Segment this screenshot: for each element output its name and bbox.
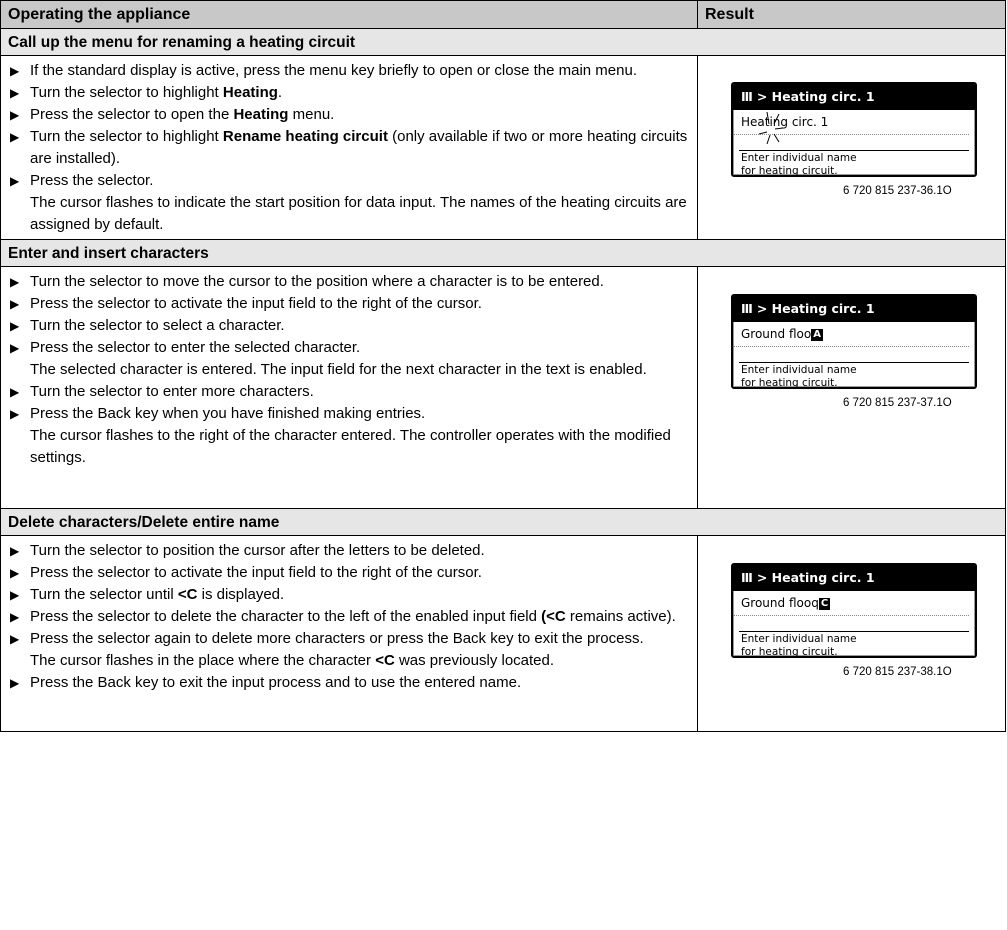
- display-screen: Ⅲ > Heating circ. 1 Ground flooq C Enter i…: [731, 563, 977, 658]
- figure-code: 6 720 815 237-36.1O: [843, 185, 952, 197]
- step-result: The cursor flashes in the place where th…: [30, 652, 555, 669]
- triangle-right-icon: ▶: [10, 385, 20, 399]
- step-item: ▶ If the standard display is active, pres…: [8, 60, 689, 82]
- section-body-delete-characters: ▶ Turn the selector to position the curso…: [0, 535, 1006, 732]
- section-title: Call up the menu for renaming a heating …: [0, 28, 1006, 56]
- input-cursor: A: [811, 329, 823, 341]
- triangle-right-icon: ▶: [10, 108, 20, 122]
- steps-cell: ▶ If the standard display is active, pres…: [0, 55, 698, 240]
- screen-title-bar: Ⅲ > Heating circ. 1: [733, 565, 975, 591]
- step-item: ▶ Press the selector to activate the inpu…: [8, 293, 689, 315]
- triangle-right-icon: ▶: [10, 407, 20, 421]
- figure-code: 6 720 815 237-37.1O: [843, 397, 952, 409]
- triangle-right-icon: ▶: [10, 588, 20, 602]
- step-item: ▶ Press the Back key to exit the input pr…: [8, 672, 689, 694]
- steps-cell: ▶ Turn the selector to move the cursor to…: [0, 266, 698, 509]
- triangle-right-icon: ▶: [10, 341, 20, 355]
- screen-hint: Enter individual name for heating circui…: [741, 633, 857, 658]
- step-item: ▶ Turn the selector to select a character…: [8, 315, 689, 337]
- step-item: ▶ Turn the selector to enter more charact…: [8, 381, 689, 403]
- cursor-flash-icon: [758, 111, 784, 145]
- step-item: ▶ Turn the selector to highlight Rename h…: [8, 126, 689, 170]
- step-text: Press the selector to open the Heating m…: [30, 106, 335, 123]
- section-row-rename-menu: Call up the menu for renaming a heating …: [0, 28, 1006, 56]
- step-result: The cursor flashes to the right of the c…: [30, 427, 671, 466]
- section-title: Delete characters/Delete entire name: [0, 508, 1006, 536]
- result-cell: Ⅲ > Heating circ. 1 Heating circ. 1 Enter…: [697, 55, 1006, 240]
- triangle-right-icon: ▶: [10, 319, 20, 333]
- triangle-right-icon: ▶: [10, 544, 20, 558]
- step-text: Press the selector to delete the charact…: [30, 608, 676, 625]
- section-body-rename-menu: ▶ If the standard display is active, pres…: [0, 55, 1006, 240]
- step-item: ▶ Turn the selector until <C is displayed…: [8, 584, 689, 606]
- section-row-delete-characters: Delete characters/Delete entire name: [0, 508, 1006, 536]
- triangle-right-icon: ▶: [10, 610, 20, 624]
- triangle-right-icon: ▶: [10, 297, 20, 311]
- step-item: ▶ Press the selector to open the Heating …: [8, 104, 689, 126]
- header-result: Result: [697, 0, 1006, 29]
- section-body-enter-characters: ▶ Turn the selector to move the cursor to…: [0, 266, 1006, 509]
- triangle-right-icon: ▶: [10, 64, 20, 78]
- triangle-right-icon: ▶: [10, 566, 20, 580]
- delete-cursor: C: [818, 598, 831, 610]
- step-item: ▶ Turn the selector to highlight Heating.: [8, 82, 689, 104]
- step-item: ▶ Turn the selector to move the cursor to…: [8, 271, 689, 293]
- figure-code: 6 720 815 237-38.1O: [843, 666, 952, 678]
- step-result: The cursor flashes to indicate the start…: [30, 194, 687, 233]
- triangle-right-icon: ▶: [10, 130, 20, 144]
- steps-cell: ▶ Turn the selector to position the curso…: [0, 535, 698, 732]
- result-cell: Ⅲ > Heating circ. 1 Ground floo A Enter in…: [697, 266, 1006, 509]
- screen-input-field: Ground floo A: [733, 322, 969, 347]
- result-cell: Ⅲ > Heating circ. 1 Ground flooq C Enter i…: [697, 535, 1006, 732]
- divider: [739, 631, 969, 632]
- screen-title-bar: Ⅲ > Heating circ. 1: [733, 296, 975, 322]
- step-text: Turn the selector to highlight Rename he…: [30, 128, 688, 167]
- display-screen: Ⅲ > Heating circ. 1 Heating circ. 1 Enter…: [731, 82, 977, 177]
- screen-title-bar: Ⅲ > Heating circ. 1: [733, 84, 975, 110]
- section-title: Enter and insert characters: [0, 239, 1006, 267]
- triangle-right-icon: ▶: [10, 275, 20, 289]
- table-header-row: Operating the appliance Result: [0, 0, 1006, 29]
- heating-icon: Ⅲ: [741, 89, 753, 104]
- triangle-right-icon: ▶: [10, 174, 20, 188]
- step-item: ▶ Press the selector to delete the charac…: [8, 606, 689, 628]
- screen-hint: Enter individual name for heating circui…: [741, 152, 857, 177]
- triangle-right-icon: ▶: [10, 86, 20, 100]
- section-row-enter-characters: Enter and insert characters: [0, 239, 1006, 267]
- heating-icon: Ⅲ: [741, 570, 753, 585]
- triangle-right-icon: ▶: [10, 676, 20, 690]
- screen-hint: Enter individual name for heating circui…: [741, 364, 857, 389]
- display-screen: Ⅲ > Heating circ. 1 Ground floo A Enter in…: [731, 294, 977, 389]
- divider: [739, 150, 969, 151]
- step-item: ▶ Press the selector to enter the selecte…: [8, 337, 689, 381]
- step-item: ▶ Press the selector to activate the inpu…: [8, 562, 689, 584]
- step-item: ▶ Press the Back key when you have finish…: [8, 403, 689, 469]
- heating-icon: Ⅲ: [741, 301, 753, 316]
- step-item: ▶ Press the selector again to delete more…: [8, 628, 689, 672]
- screen-input-field: Ground flooq C: [733, 591, 969, 616]
- instruction-table: Operating the appliance Result Call up t…: [0, 0, 1006, 732]
- divider: [739, 362, 969, 363]
- step-item: ▶ Press the selector. The cursor flashes …: [8, 170, 689, 236]
- step-text: Turn the selector to highlight Heating.: [30, 84, 283, 101]
- triangle-right-icon: ▶: [10, 632, 20, 646]
- step-item: ▶ Turn the selector to position the curso…: [8, 540, 689, 562]
- step-text: Turn the selector until <C is displayed.: [30, 586, 285, 603]
- header-operating: Operating the appliance: [0, 0, 698, 29]
- step-result: The selected character is entered. The i…: [30, 361, 647, 378]
